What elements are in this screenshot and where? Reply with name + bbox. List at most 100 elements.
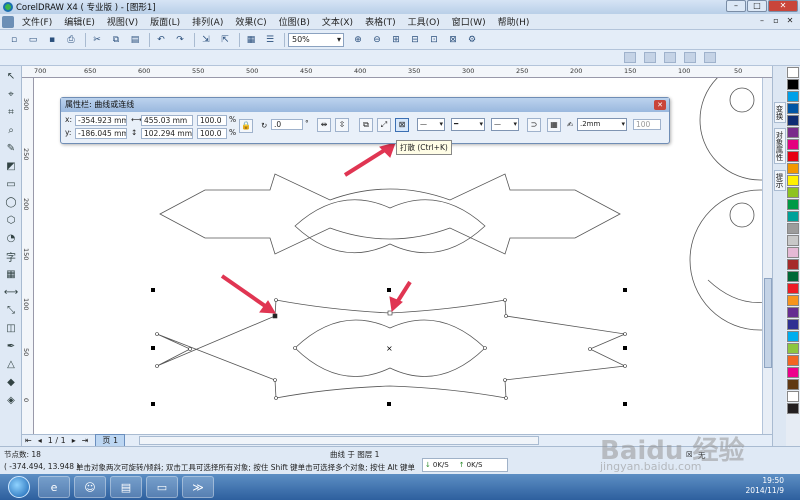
color-swatch[interactable] — [787, 199, 799, 210]
welcome-icon[interactable]: ☰ — [262, 33, 278, 47]
paste-icon[interactable]: ▤ — [127, 33, 143, 47]
menu-view[interactable]: 视图(V) — [101, 15, 144, 28]
menu-arrange[interactable]: 排列(A) — [186, 15, 229, 28]
color-swatch[interactable] — [787, 307, 799, 318]
color-swatch[interactable] — [787, 211, 799, 222]
close-button[interactable]: ✕ — [768, 0, 798, 12]
color-swatch[interactable] — [787, 295, 799, 306]
color-swatch[interactable] — [787, 91, 799, 102]
text-tool-icon[interactable]: 字 — [3, 248, 19, 264]
interactive-fill-icon[interactable]: ◈ — [3, 392, 19, 408]
zoom-in-icon[interactable]: ⊕ — [350, 33, 366, 47]
doc-restore-button[interactable]: ▫ — [770, 15, 782, 27]
color-swatch[interactable] — [787, 79, 799, 90]
color-swatch[interactable] — [787, 271, 799, 282]
width-field[interactable]: 455.03 mm — [141, 115, 193, 126]
property-bar-floating-dialog[interactable]: 属性栏: 曲线或连线 ✕ x: -354.923 mm y: -186.045 … — [60, 97, 670, 144]
doc-minimize-button[interactable]: – — [756, 15, 768, 27]
curve-shape-upper[interactable] — [159, 173, 621, 255]
end-arrow-select[interactable]: — — [491, 118, 519, 131]
lens-shape-upper[interactable] — [294, 199, 486, 254]
cut-icon[interactable]: ✂ — [89, 33, 105, 47]
dynamic-guides-icon[interactable]: ⊠ — [445, 33, 461, 47]
color-swatch[interactable] — [787, 403, 799, 414]
ellipse-tool-icon[interactable]: ◯ — [3, 194, 19, 210]
scale-y-field[interactable]: 100.0 — [197, 128, 227, 139]
menu-effects[interactable]: 效果(C) — [229, 15, 272, 28]
horizontal-scrollbar[interactable] — [139, 436, 540, 445]
color-swatch[interactable] — [787, 127, 799, 138]
rotation-field[interactable]: .0 — [271, 119, 303, 130]
dialog-close-button[interactable]: ✕ — [654, 100, 666, 110]
zoom-out-icon[interactable]: ⊖ — [369, 33, 385, 47]
mirror-v-icon[interactable]: ⇳ — [335, 118, 349, 132]
smart-fill-icon[interactable]: ◩ — [3, 158, 19, 174]
smoothing-field[interactable]: 100 — [633, 119, 661, 130]
system-clock[interactable]: 19:50 2014/11/9 — [746, 476, 784, 496]
wrap-text-icon[interactable] — [644, 52, 656, 63]
docker-tab-object-properties[interactable]: 对象属性 — [774, 128, 786, 164]
menu-edit[interactable]: 编辑(E) — [58, 15, 101, 28]
undo-icon[interactable]: ↶ — [153, 33, 169, 47]
options-icon[interactable]: ⚙ — [464, 33, 480, 47]
snap-grid-icon[interactable]: ⊞ — [388, 33, 404, 47]
last-page-icon[interactable]: ⇥ — [82, 436, 89, 445]
menu-bitmaps[interactable]: 位图(B) — [273, 15, 316, 28]
combine-icon[interactable]: ⧉ — [359, 118, 373, 132]
pick-tool-icon[interactable]: ↖ — [3, 68, 19, 84]
lock-ratio-icon[interactable]: 🔒 — [239, 119, 253, 133]
menu-help[interactable]: 帮助(H) — [492, 15, 536, 28]
vertical-scrollbar[interactable] — [762, 78, 772, 434]
color-swatch[interactable] — [787, 283, 799, 294]
docker-tab-hints[interactable]: 提示 — [774, 170, 786, 191]
color-swatch[interactable] — [787, 223, 799, 234]
zoom-level-select[interactable]: 50% — [288, 32, 344, 47]
outline-tool-icon[interactable]: △ — [3, 356, 19, 372]
ie-taskbar-icon[interactable]: e — [38, 476, 70, 498]
color-swatch[interactable] — [787, 115, 799, 126]
snap-guides-icon[interactable]: ⊟ — [407, 33, 423, 47]
qq-taskbar-icon[interactable]: ☺ — [74, 476, 106, 498]
snap-objects-icon[interactable]: ⊡ — [426, 33, 442, 47]
color-swatch[interactable] — [787, 391, 799, 402]
break-apart-icon[interactable]: ⊠ — [395, 118, 409, 132]
color-swatch[interactable] — [787, 319, 799, 330]
eyedropper-tool-icon[interactable]: ✒ — [3, 338, 19, 354]
menu-table[interactable]: 表格(T) — [359, 15, 402, 28]
menu-layout[interactable]: 版面(L) — [144, 15, 186, 28]
color-swatch[interactable] — [787, 103, 799, 114]
fill-tool-icon[interactable]: ◆ — [3, 374, 19, 390]
doc-close-button[interactable]: ✕ — [784, 15, 796, 27]
wrap-icon[interactable]: ▦ — [547, 118, 561, 132]
color-swatch[interactable] — [787, 151, 799, 162]
first-page-icon[interactable]: ⇤ — [25, 436, 32, 445]
menu-file[interactable]: 文件(F) — [16, 15, 58, 28]
save-icon[interactable]: ▪ — [44, 33, 60, 47]
crop-tool-icon[interactable]: ⌗ — [3, 104, 19, 120]
window-taskbar-icon[interactable]: ▭ — [146, 476, 178, 498]
color-swatch[interactable] — [787, 259, 799, 270]
outline-width-select[interactable]: .2mm — [577, 118, 627, 131]
y-position-field[interactable]: -186.045 mm — [75, 128, 127, 139]
to-back-icon[interactable] — [684, 52, 696, 63]
color-swatch[interactable] — [787, 67, 799, 78]
maximize-button[interactable]: □ — [747, 0, 767, 12]
print-icon[interactable]: ⎙ — [63, 33, 79, 47]
open-icon[interactable]: ▭ — [25, 33, 41, 47]
copy-icon[interactable]: ⧉ — [108, 33, 124, 47]
mirror-h-icon[interactable]: ⇹ — [317, 118, 331, 132]
rectangle-tool-icon[interactable]: ▭ — [3, 176, 19, 192]
height-field[interactable]: 102.294 mm — [141, 128, 193, 139]
redo-icon[interactable]: ↷ — [172, 33, 188, 47]
next-page-icon[interactable]: ▸ — [72, 436, 76, 445]
import-icon[interactable]: ⇲ — [198, 33, 214, 47]
basic-shapes-icon[interactable]: ◔ — [3, 230, 19, 246]
color-swatch[interactable] — [787, 187, 799, 198]
document-icon[interactable] — [2, 15, 14, 28]
menu-tools[interactable]: 工具(O) — [402, 15, 446, 28]
color-swatch[interactable] — [787, 343, 799, 354]
prev-page-icon[interactable]: ◂ — [38, 436, 42, 445]
to-front-icon[interactable] — [664, 52, 676, 63]
docker-tab-transform[interactable]: 变换 — [774, 102, 786, 123]
color-swatch[interactable] — [787, 139, 799, 150]
